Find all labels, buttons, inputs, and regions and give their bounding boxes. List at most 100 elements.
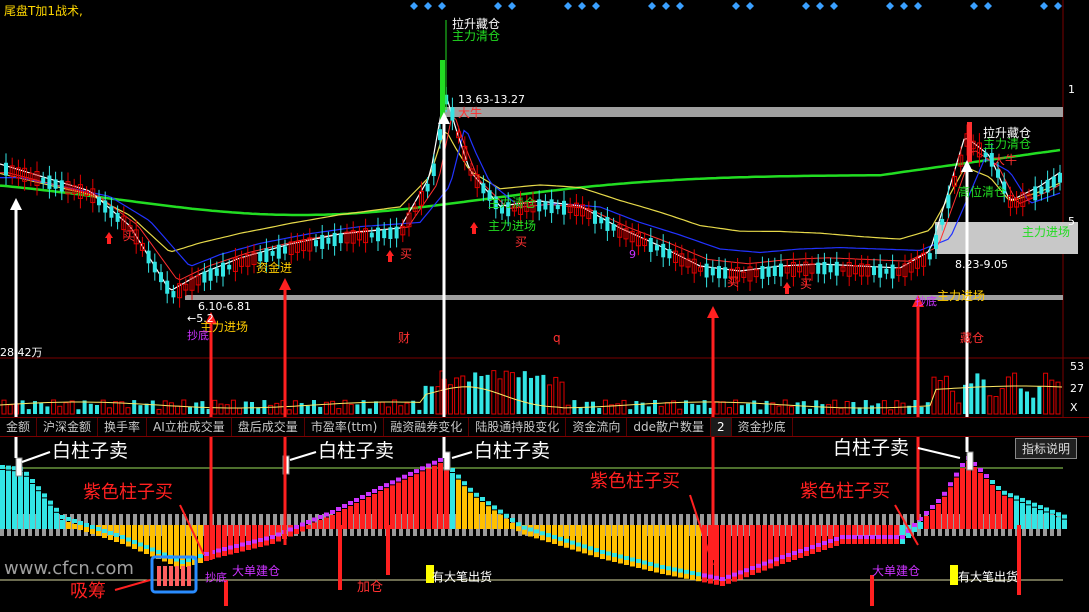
tab-7[interactable]: 陆股通持股变化 [469, 418, 567, 436]
ind-bar [126, 525, 131, 547]
ind-top-mark [36, 486, 41, 491]
ind-top-mark [246, 541, 251, 545]
ind-top-mark [270, 535, 275, 539]
ind-top-mark [60, 515, 65, 519]
ind-bar [150, 525, 155, 557]
ind-bar [816, 525, 821, 552]
spike-candle [440, 60, 445, 120]
volume-bar [591, 401, 595, 414]
ind-bar [378, 491, 383, 529]
volume-bar [268, 404, 274, 415]
ind-top-mark [1044, 507, 1049, 512]
ind-top-mark [672, 567, 677, 572]
tab-6[interactable]: 融资融券变化 [384, 418, 470, 436]
candle-body [276, 244, 281, 259]
candle-body [537, 199, 542, 212]
volume-bar [776, 405, 782, 415]
candle-body [221, 262, 225, 277]
top-diamond [816, 2, 824, 10]
tab-10[interactable]: 2 [710, 418, 732, 436]
volume-bar [937, 380, 943, 415]
tab-2[interactable]: 换手率 [98, 418, 148, 436]
ind-top-mark [360, 495, 365, 499]
ind-top-mark [846, 535, 851, 539]
ind-top-mark [642, 560, 647, 565]
ind-top-mark [126, 537, 131, 542]
volume-bar [256, 407, 261, 414]
ind-top-mark [798, 549, 803, 553]
volume-bar [57, 405, 63, 415]
ind-top-mark [864, 535, 869, 539]
ind-bar [876, 525, 881, 544]
volume-bar [497, 378, 503, 415]
ind-bar [0, 470, 5, 529]
indicator-help-button[interactable]: 指标说明 [1014, 438, 1077, 459]
ind-top-mark [216, 548, 221, 553]
ind-top-mark [894, 535, 899, 539]
candle-body [667, 249, 672, 259]
volume-bar [417, 409, 422, 414]
ind-bar [480, 502, 485, 529]
ind-bar [1008, 498, 1013, 529]
volume-bar [1049, 379, 1055, 415]
signal-buy-2: 买 [400, 247, 412, 261]
candle-body [4, 162, 8, 176]
ind-bar [1062, 519, 1067, 529]
absorb-bar [169, 566, 173, 586]
volume-bar [485, 374, 490, 414]
tab-3[interactable]: AI立桩成交量 [147, 418, 232, 436]
annotation-purple-buy-1: 紫色柱子买 [83, 482, 173, 503]
ind-top-mark [648, 562, 653, 566]
ind-top-mark [612, 553, 617, 557]
volume-bar [274, 402, 280, 415]
tab-9[interactable]: dde散户数量 [627, 418, 711, 436]
ind-bar [558, 525, 563, 546]
tab-8[interactable]: 资金流向 [566, 418, 628, 436]
ind-top-mark [954, 472, 959, 477]
tab-4[interactable]: 盘后成交量 [232, 418, 305, 436]
volume-bar [1012, 372, 1018, 415]
ind-bar [456, 479, 461, 529]
tab-11[interactable]: 资金抄底 [732, 418, 793, 436]
ind-top-mark [42, 493, 47, 498]
annotation-white-sell-1: 白柱子卖 [52, 440, 128, 462]
ind-top-mark [996, 486, 1001, 490]
ind-top-mark [456, 474, 461, 479]
volume-bar [578, 407, 583, 414]
volume-bar [795, 402, 800, 414]
ind-top-mark [354, 498, 359, 502]
ind-top-mark [594, 548, 599, 553]
ind-bar [366, 497, 371, 529]
ind-bar [270, 525, 275, 544]
candle-body [661, 243, 666, 258]
ind-bar [1026, 505, 1031, 529]
volume-bar [336, 408, 342, 415]
tab-5[interactable]: 市盈率(ttm) [305, 418, 385, 436]
ind-bar [390, 485, 395, 529]
tab-1[interactable]: 沪深金额 [37, 418, 99, 436]
candle-body [822, 261, 827, 275]
tab-0[interactable]: 金额 [0, 418, 38, 436]
ind-top-mark [786, 553, 791, 557]
volume-bar [379, 401, 385, 415]
ind-top-mark [624, 556, 629, 560]
axis-label-top: 1 [1068, 83, 1075, 96]
volume-bar [45, 406, 50, 414]
top-diamond [508, 2, 516, 10]
candle-body [152, 261, 157, 273]
candle-body [1051, 176, 1056, 188]
absorb-bar [187, 566, 191, 586]
volume-bar [404, 402, 410, 415]
ind-top-mark [486, 501, 491, 506]
range3-label: 8.23-9.05 [955, 258, 1008, 271]
volume-bar [541, 374, 546, 414]
absorb-bar [157, 566, 161, 586]
volume-bar [752, 400, 757, 414]
ma-yellow-line [0, 130, 1061, 253]
ind-top-mark [936, 499, 941, 503]
volume-bar [1005, 376, 1011, 415]
ind-top-mark [588, 546, 593, 551]
volume-bar [696, 404, 701, 414]
signal-capital-enter: 资金进 [256, 260, 292, 275]
top-diamond [578, 2, 586, 10]
